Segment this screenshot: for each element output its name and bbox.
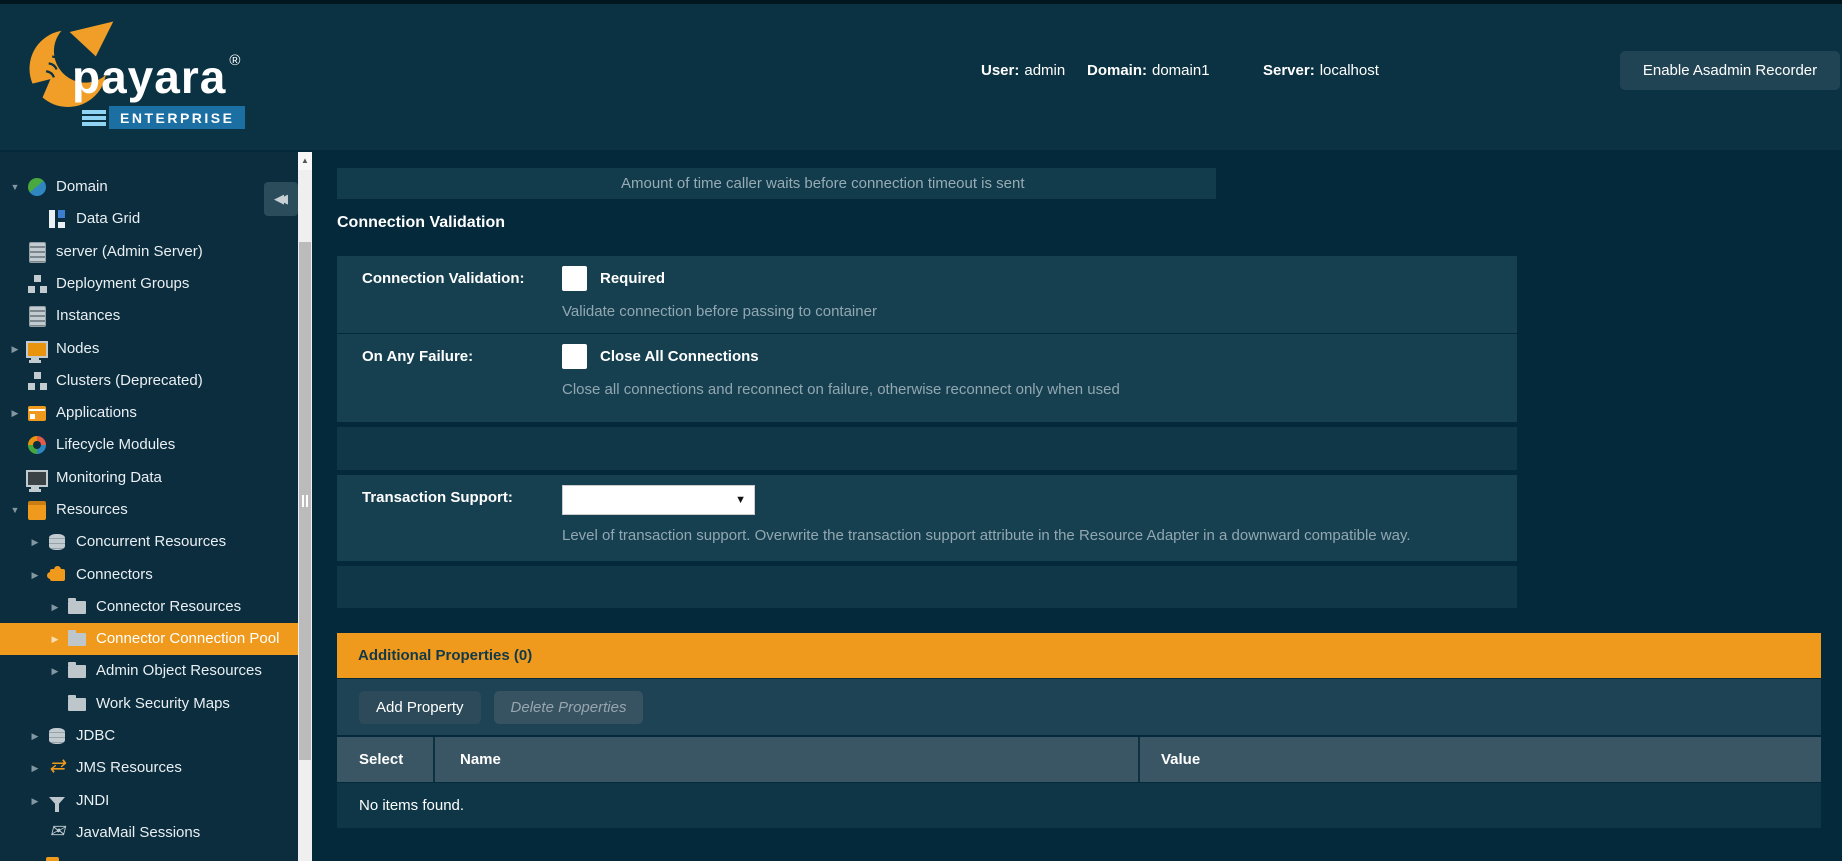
field-help-text: Close all connections and reconnect on f… — [562, 381, 1517, 398]
field-control-area: Close All Connections Close all connectio… — [562, 334, 1517, 422]
field-label: Connection Validation: — [337, 256, 562, 333]
connection-validation-checkbox[interactable] — [562, 266, 587, 291]
transaction-support-select[interactable]: ▼ — [562, 485, 755, 515]
form-row-on-any-failure: On Any Failure:Close All ConnectionsClos… — [337, 334, 1517, 422]
additional-properties-header: Additional Properties (0) — [337, 633, 1821, 678]
dropdown-arrow-icon: ▼ — [735, 494, 746, 506]
properties-table-header: Select Name Value — [337, 737, 1821, 782]
main-content: Amount of time caller waits before conne… — [0, 0, 1842, 861]
column-header-select: Select — [337, 737, 435, 782]
column-header-value: Value — [1140, 737, 1821, 782]
form-row-transaction-support: Transaction Support: ▼ Level of transactio… — [337, 475, 1517, 561]
payara-admin-console: payara® ENTERPRISE User:admin Domain:dom… — [0, 0, 1842, 861]
section-title: Connection Validation — [337, 214, 505, 232]
empty-form-row — [337, 427, 1517, 470]
empty-table-message: No items found. — [337, 783, 1821, 828]
empty-form-row — [337, 566, 1517, 608]
add-property-button[interactable]: Add Property — [359, 691, 481, 724]
delete-properties-button[interactable]: Delete Properties — [494, 691, 644, 724]
scrolled-row-help-text: Amount of time caller waits before conne… — [337, 168, 1216, 199]
field-help-text: Validate connection before passing to co… — [562, 303, 1517, 320]
on-any-failure-checkbox[interactable] — [562, 344, 587, 369]
form-row-connection-validation: Connection Validation: Required Validate c… — [337, 256, 1517, 333]
checkbox-label: Close All Connections — [600, 348, 759, 365]
column-header-name: Name — [435, 737, 1140, 782]
field-control-area: Required Validate connection before passi… — [562, 256, 1517, 333]
field-control-area: ▼ Level of transaction support. Overwrite… — [562, 475, 1517, 561]
field-help-text: Level of transaction support. Overwrite … — [562, 527, 1517, 544]
checkbox-label: Required — [600, 270, 665, 287]
field-label: Transaction Support: — [337, 475, 562, 561]
properties-toolbar: Add Property Delete Properties — [337, 679, 1821, 735]
field-label: On Any Failure: — [337, 334, 562, 422]
